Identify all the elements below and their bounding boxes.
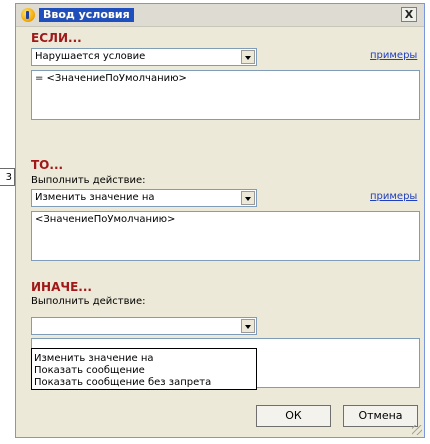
- if-expression-text: = <ЗначениеПоУмолчанию>: [35, 73, 187, 84]
- then-expression-field[interactable]: <ЗначениеПоУмолчанию>: [31, 211, 420, 261]
- else-section-title: ИНАЧЕ...: [31, 280, 92, 294]
- if-expression-field[interactable]: = <ЗначениеПоУмолчанию>: [31, 70, 420, 120]
- condition-value: Нарушается условие: [35, 51, 146, 62]
- then-section-title: ТО...: [31, 158, 64, 172]
- else-action-caption: Выполнить действие:: [31, 296, 146, 307]
- app-icon: [21, 8, 35, 22]
- ok-button[interactable]: ОК: [256, 405, 331, 427]
- chevron-down-icon[interactable]: [241, 191, 255, 205]
- then-action-value: Изменить значение на: [35, 192, 155, 203]
- then-action-combobox[interactable]: Изменить значение на: [31, 189, 257, 207]
- resize-grip-icon[interactable]: [412, 425, 422, 435]
- else-action-combobox[interactable]: [31, 317, 257, 335]
- chevron-down-icon[interactable]: [241, 319, 255, 333]
- background-window-fragment: 3: [0, 168, 15, 186]
- if-section-title: ЕСЛИ...: [31, 31, 82, 45]
- cancel-button[interactable]: Отмена: [343, 405, 418, 427]
- chevron-down-icon[interactable]: [241, 50, 255, 64]
- title-bar: Ввод условия X: [16, 4, 424, 27]
- condition-combobox[interactable]: Нарушается условие: [31, 48, 257, 66]
- condition-dialog: Ввод условия X ЕСЛИ... Нарушается услови…: [15, 3, 425, 438]
- dropdown-option[interactable]: Показать сообщение без запрета: [32, 377, 256, 389]
- dialog-title: Ввод условия: [39, 8, 134, 22]
- dropdown-option[interactable]: Изменить значение на: [32, 353, 256, 365]
- close-button[interactable]: X: [401, 7, 417, 22]
- then-examples-link[interactable]: примеры: [370, 191, 417, 202]
- dropdown-option[interactable]: Показать сообщение: [32, 365, 256, 377]
- if-examples-link[interactable]: примеры: [370, 50, 417, 61]
- then-expression-text: <ЗначениеПоУмолчанию>: [35, 214, 176, 225]
- then-action-caption: Выполнить действие:: [31, 175, 146, 186]
- else-action-dropdown-list: Изменить значение на Показать сообщение …: [31, 348, 257, 390]
